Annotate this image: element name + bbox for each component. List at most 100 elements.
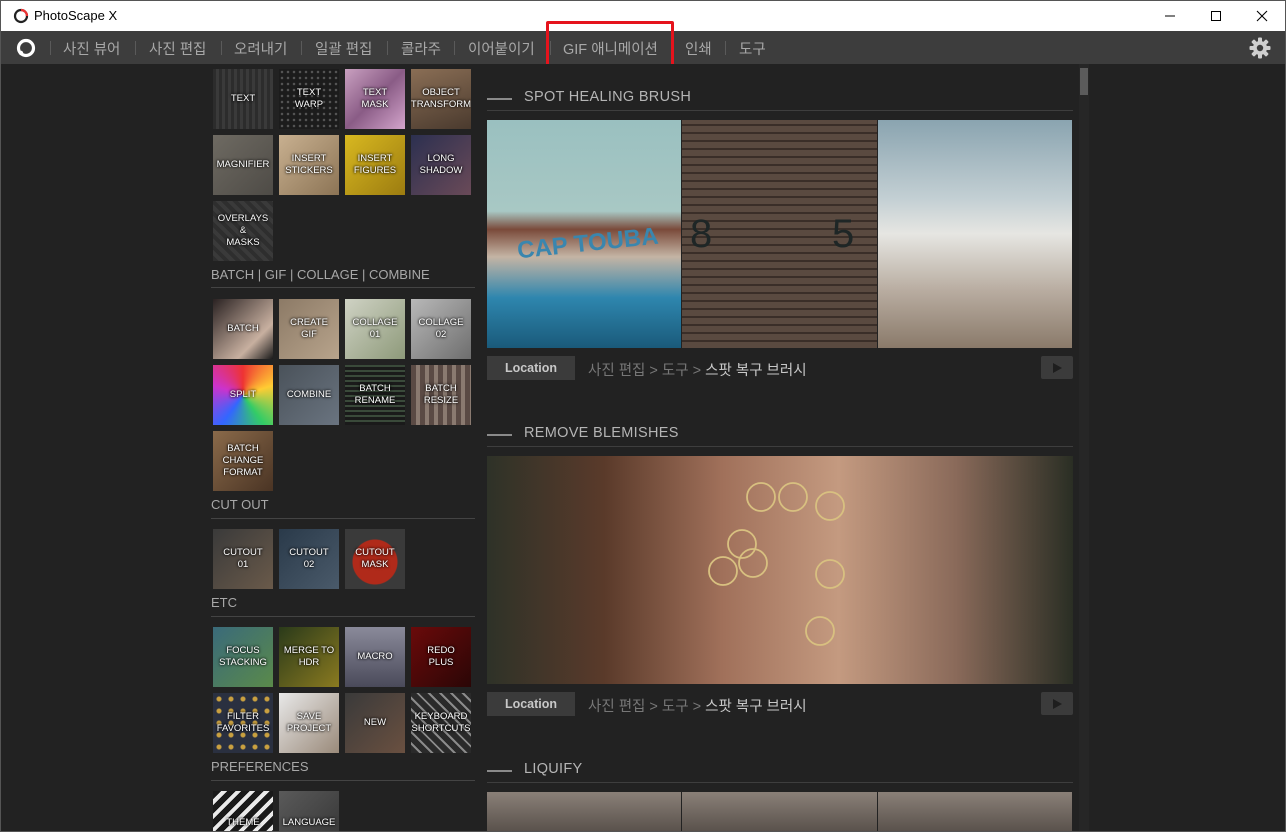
menu-tools[interactable]: 도구 (739, 38, 766, 59)
path-crumb: 도구 (661, 363, 689, 379)
photo-text: 5 (832, 212, 855, 256)
tool-magnifier[interactable]: MAGNIFIER (213, 135, 273, 195)
tool-label: LONG SHADOW (419, 153, 463, 176)
tool-redo-plus[interactable]: REDO PLUS (411, 627, 471, 687)
heading-dash (487, 434, 512, 436)
tool-collage-01[interactable]: COLLAGE 01 (345, 299, 405, 359)
maximize-icon (1211, 11, 1221, 21)
tool-text-warp[interactable]: TEXT WARP (279, 69, 339, 129)
menu-separator (454, 41, 455, 55)
maximize-button[interactable] (1193, 1, 1239, 31)
tool-label: CUTOUT 02 (289, 547, 329, 570)
tool-label: KEYBOARD SHORTCUTS (411, 711, 471, 734)
example-photo-liquify-2 (682, 792, 877, 831)
location-path: 사진 편집 > 도구 > 스팟 복구 브러시 (588, 363, 807, 379)
tool-overlays-masks[interactable]: OVERLAYS & MASKS (213, 201, 273, 261)
menu-separator (301, 41, 302, 55)
tool-save-project[interactable]: SAVE PROJECT (279, 693, 339, 753)
tool-split[interactable]: SPLIT (213, 365, 273, 425)
tool-text-mask[interactable]: TEXT MASK (345, 69, 405, 129)
menu-separator (221, 41, 222, 55)
menu-batch-editor[interactable]: 일괄 편집 (315, 38, 372, 59)
tool-label: INSERT STICKERS (285, 153, 333, 176)
tool-label: MACRO (357, 651, 393, 662)
location-button[interactable]: Location (487, 692, 575, 716)
tool-new[interactable]: NEW (345, 693, 405, 753)
path-crumb: 사진 편집 (588, 699, 646, 715)
example-photo-liquify-1 (487, 792, 681, 831)
menu-separator (50, 41, 51, 55)
play-video-button[interactable] (1041, 356, 1073, 379)
tool-merge-to-hdr[interactable]: MERGE TO HDR (279, 627, 339, 687)
settings-gear-icon[interactable] (1249, 37, 1271, 59)
tool-label: BATCH CHANGE FORMAT (222, 443, 264, 478)
tool-long-shadow[interactable]: LONG SHADOW (411, 135, 471, 195)
photoscape-logo-icon (13, 8, 29, 24)
tool-label: CREATE GIF (290, 317, 328, 340)
play-icon (1053, 698, 1062, 709)
path-crumb: 도구 (661, 699, 689, 715)
content-scrollbar[interactable] (1079, 64, 1089, 831)
menu-photo-editor[interactable]: 사진 편집 (149, 38, 206, 59)
tool-batch-rename[interactable]: BATCH RENAME (345, 365, 405, 425)
example-photo-portrait (487, 456, 1073, 684)
section-divider (211, 287, 475, 288)
tool-batch-resize[interactable]: BATCH RESIZE (411, 365, 471, 425)
scrollbar-thumb[interactable] (1080, 68, 1088, 95)
section-title-spot-healing: SPOT HEALING BRUSH (524, 89, 692, 105)
tool-text[interactable]: TEXT (213, 69, 273, 129)
tool-macro[interactable]: MACRO (345, 627, 405, 687)
close-button[interactable] (1239, 1, 1285, 31)
tool-cutout-01[interactable]: CUTOUT 01 (213, 529, 273, 589)
tool-label: THEME (226, 817, 260, 828)
play-video-button[interactable] (1041, 692, 1073, 715)
tool-cutout-02[interactable]: CUTOUT 02 (279, 529, 339, 589)
tool-keyboard-shortcuts[interactable]: KEYBOARD SHORTCUTS (411, 693, 471, 753)
tool-focus-stacking[interactable]: FOCUS STACKING (213, 627, 273, 687)
tool-label: MERGE TO HDR (283, 645, 335, 668)
minimize-button[interactable] (1147, 1, 1193, 31)
tool-insert-figures[interactable]: INSERT FIGURES (345, 135, 405, 195)
menu-photo-viewer[interactable]: 사진 뷰어 (63, 38, 120, 59)
tool-create-gif[interactable]: CREATE GIF (279, 299, 339, 359)
tool-object-transform[interactable]: OBJECT TRANSFORM (411, 69, 471, 129)
path-crumb: 사진 편집 (588, 363, 646, 379)
tool-filter-favorites[interactable]: FILTER FAVORITES (213, 693, 273, 753)
menu-collage[interactable]: 콜라주 (401, 38, 441, 59)
tool-batch[interactable]: BATCH (213, 299, 273, 359)
menu-cut-out[interactable]: 오려내기 (234, 38, 287, 59)
content-pane: SPOT HEALING BRUSH CAP TOUBA 8 5 Locatio… (477, 64, 1077, 831)
section-divider (487, 110, 1073, 111)
play-icon (1053, 362, 1062, 373)
app-window: PhotoScape X 사진 뷰어 사진 편집 오려내기 일괄 편집 콜라주 … (0, 0, 1286, 832)
path-crumb: 스팟 복구 브러시 (705, 363, 807, 379)
tool-collage-02[interactable]: COLLAGE 02 (411, 299, 471, 359)
section-divider (487, 782, 1073, 783)
path-crumb: 스팟 복구 브러시 (705, 699, 807, 715)
window-title: PhotoScape X (34, 8, 118, 23)
tool-label: BATCH RESIZE (423, 383, 459, 406)
tool-label: COLLAGE 02 (418, 317, 464, 340)
tool-label: REDO PLUS (427, 645, 455, 668)
tool-label: TEXT MASK (361, 87, 389, 110)
tool-label: INSERT FIGURES (353, 153, 397, 176)
section-divider (211, 780, 475, 781)
tool-label: FILTER FAVORITES (216, 711, 270, 734)
cutout-section-title: CUT OUT (211, 497, 269, 512)
menu-combine[interactable]: 이어붙이기 (468, 38, 535, 59)
tool-language[interactable]: LANGUAGE (279, 791, 339, 831)
tool-label: MAGNIFIER (216, 159, 270, 170)
etc-section-title: ETC (211, 595, 237, 610)
tool-insert-stickers[interactable]: INSERT STICKERS (279, 135, 339, 195)
tool-combine[interactable]: COMBINE (279, 365, 339, 425)
location-button[interactable]: Location (487, 356, 575, 380)
tool-cutout-mask[interactable]: CUTOUT MASK (345, 529, 405, 589)
menu-separator (135, 41, 136, 55)
heading-dash (487, 98, 512, 100)
tool-theme[interactable]: THEME (213, 791, 273, 831)
tool-batch-change-format[interactable]: BATCH CHANGE FORMAT (213, 431, 273, 491)
section-divider (211, 616, 475, 617)
home-logo-icon[interactable] (15, 37, 37, 59)
close-icon (1256, 10, 1268, 22)
menu-print[interactable]: 인쇄 (685, 38, 712, 59)
